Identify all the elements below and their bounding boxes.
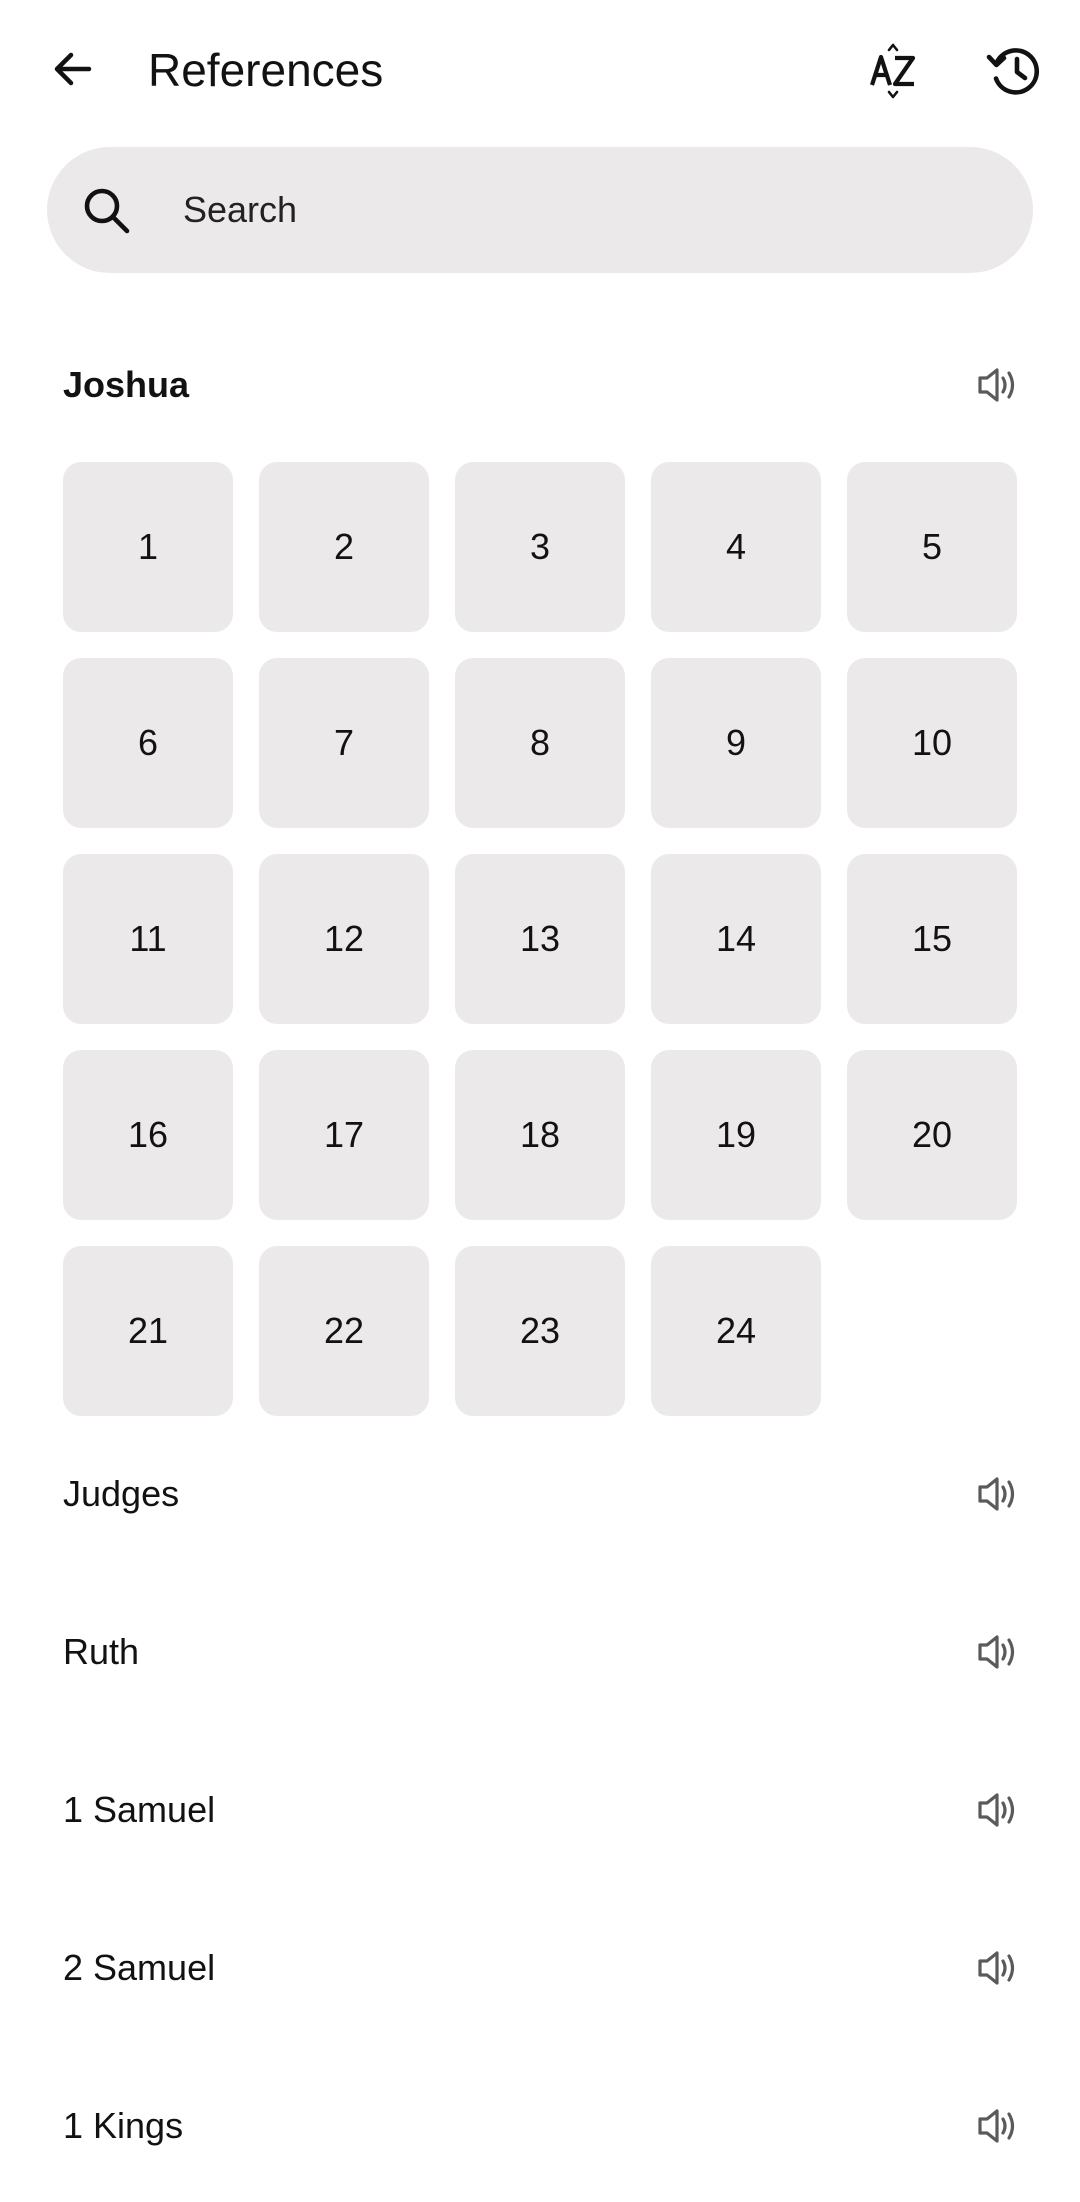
app-header: References bbox=[0, 0, 1080, 146]
audio-button[interactable] bbox=[973, 360, 1023, 410]
book-header-joshua[interactable]: Joshua bbox=[63, 340, 1023, 430]
chapter-tile[interactable]: 13 bbox=[455, 854, 625, 1024]
chapter-tile[interactable]: 17 bbox=[259, 1050, 429, 1220]
chapter-tile[interactable]: 8 bbox=[455, 658, 625, 828]
chapter-tile[interactable]: 10 bbox=[847, 658, 1017, 828]
chapter-tile[interactable]: 4 bbox=[651, 462, 821, 632]
sort-az-button[interactable] bbox=[858, 36, 928, 106]
chapter-tile[interactable]: 7 bbox=[259, 658, 429, 828]
audio-button[interactable] bbox=[973, 1785, 1023, 1835]
az-sort-icon bbox=[870, 43, 916, 99]
chapter-grid: 1 2 3 4 5 6 7 8 9 10 11 12 13 14 15 16 1… bbox=[63, 462, 1021, 1416]
chapter-tile[interactable]: 5 bbox=[847, 462, 1017, 632]
chapter-tile[interactable]: 1 bbox=[63, 462, 233, 632]
back-button[interactable] bbox=[40, 36, 106, 102]
speaker-icon bbox=[978, 1477, 1015, 1511]
book-name: 1 Kings bbox=[63, 2105, 184, 2146]
book-item[interactable]: Judges bbox=[63, 1449, 1023, 1539]
book-item[interactable]: 2 Samuel bbox=[63, 1923, 1023, 2013]
audio-button[interactable] bbox=[973, 1943, 1023, 1993]
chapter-tile[interactable]: 12 bbox=[259, 854, 429, 1024]
book-item[interactable]: Ruth bbox=[63, 1607, 1023, 1697]
chapter-tile[interactable]: 11 bbox=[63, 854, 233, 1024]
chapter-tile[interactable]: 9 bbox=[651, 658, 821, 828]
search-icon bbox=[84, 188, 130, 234]
chapter-tile[interactable]: 6 bbox=[63, 658, 233, 828]
book-item[interactable]: 1 Kings bbox=[63, 2081, 1023, 2171]
chapter-tile[interactable]: 23 bbox=[455, 1246, 625, 1416]
arrow-left-icon bbox=[54, 52, 92, 86]
chapter-tile[interactable]: 14 bbox=[651, 854, 821, 1024]
history-icon bbox=[986, 48, 1040, 95]
page-title: References bbox=[148, 44, 384, 96]
book-name: Ruth bbox=[63, 1631, 140, 1672]
speaker-icon bbox=[978, 1793, 1015, 1827]
audio-button[interactable] bbox=[973, 1627, 1023, 1677]
chapter-tile[interactable]: 3 bbox=[455, 462, 625, 632]
chapter-tile[interactable]: 16 bbox=[63, 1050, 233, 1220]
audio-button[interactable] bbox=[973, 2101, 1023, 2151]
chapter-tile[interactable]: 15 bbox=[847, 854, 1017, 1024]
search-bar[interactable] bbox=[47, 147, 1033, 273]
history-button[interactable] bbox=[980, 36, 1050, 106]
chapter-tile[interactable]: 19 bbox=[651, 1050, 821, 1220]
book-name: 2 Samuel bbox=[63, 1947, 216, 1988]
speaker-icon bbox=[978, 368, 1015, 402]
chapter-tile[interactable]: 22 bbox=[259, 1246, 429, 1416]
chapter-tile[interactable]: 18 bbox=[455, 1050, 625, 1220]
chapter-tile[interactable]: 24 bbox=[651, 1246, 821, 1416]
audio-button[interactable] bbox=[973, 1469, 1023, 1519]
book-name: 1 Samuel bbox=[63, 1789, 216, 1830]
book-name: Judges bbox=[63, 1473, 180, 1514]
speaker-icon bbox=[978, 2109, 1015, 2143]
speaker-icon bbox=[978, 1951, 1015, 1985]
chapter-tile[interactable]: 21 bbox=[63, 1246, 233, 1416]
book-name: Joshua bbox=[63, 364, 190, 405]
book-item[interactable]: 1 Samuel bbox=[63, 1765, 1023, 1855]
speaker-icon bbox=[978, 1635, 1015, 1669]
chapter-tile[interactable]: 2 bbox=[259, 462, 429, 632]
chapter-tile[interactable]: 20 bbox=[847, 1050, 1017, 1220]
search-input[interactable] bbox=[183, 180, 983, 240]
